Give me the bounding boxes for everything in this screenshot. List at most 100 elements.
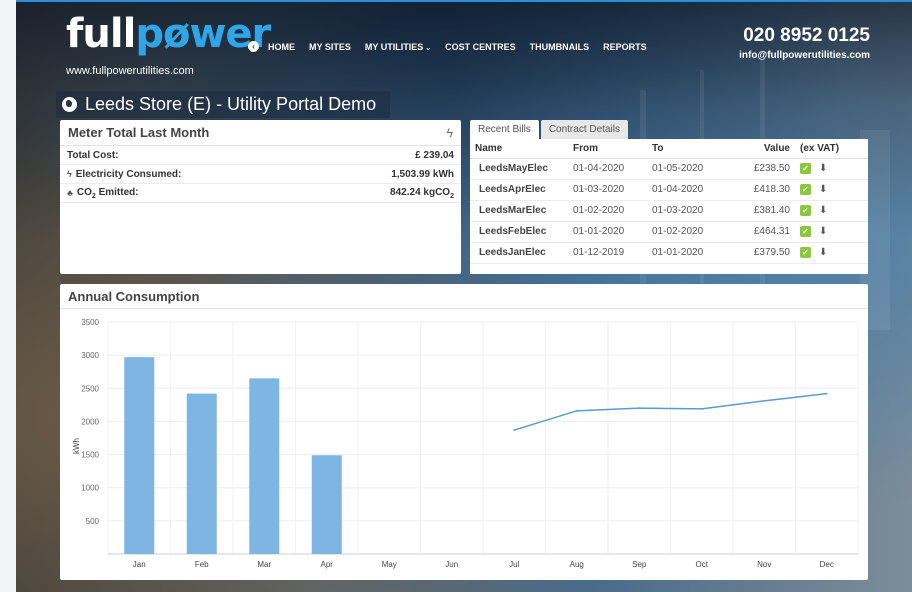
electricity-label: Electricity Consumed: — [75, 168, 182, 180]
checkmark-icon[interactable]: ✓ — [800, 162, 811, 174]
bill-value: £464.31 — [727, 221, 795, 243]
line-point-oct[interactable] — [700, 407, 703, 410]
bill-row[interactable]: LeedsJanElec 01-12-2019 01-01-2020 £379.50 ✓… — [470, 242, 868, 264]
x-tick-label: Feb — [195, 560, 209, 569]
nav-reports[interactable]: REPORTS — [603, 42, 647, 52]
nav-thumbnails[interactable]: THUMBNAILS — [530, 42, 590, 52]
line-point-aug[interactable] — [575, 409, 578, 412]
bar-mar[interactable] — [249, 378, 280, 554]
bill-to: 01-04-2020 — [647, 179, 727, 201]
fullpower-logo[interactable]: fullpøwer — [66, 14, 271, 54]
nav-my-utilities[interactable]: MY UTILITIES ⌄ — [365, 42, 431, 52]
nav-my-sites[interactable]: MY SITES — [309, 42, 351, 52]
tab-contract-details[interactable]: Contract Details — [540, 120, 628, 139]
bar-apr[interactable] — [311, 455, 342, 554]
lightning-icon: ϟ — [67, 169, 72, 179]
tab-recent-bills[interactable]: Recent Bills — [470, 120, 539, 139]
bill-actions: ✓ ⬇ — [795, 242, 868, 264]
col-from: From — [568, 139, 647, 159]
download-icon[interactable]: ⬇ — [819, 247, 827, 258]
bill-to: 01-02-2020 — [647, 221, 727, 243]
annual-panel-title: Annual Consumption — [68, 288, 200, 304]
x-tick-label: Nov — [757, 560, 771, 569]
meter-panel-title: Meter Total Last Month — [68, 125, 210, 140]
x-tick-label: Aug — [570, 560, 584, 569]
col-ex-vat: (ex VAT) — [795, 139, 868, 159]
x-tick-label: Apr — [321, 560, 334, 569]
x-tick-label: Jun — [445, 560, 458, 569]
bill-name[interactable]: LeedsAprElec — [470, 179, 568, 201]
y-tick-label: 3500 — [81, 318, 99, 327]
bill-name[interactable]: LeedsJanElec — [470, 242, 568, 264]
annual-consumption-panel: Annual Consumption 500 1000 1500 2000 2500 30… — [60, 284, 868, 580]
globe-icon — [62, 97, 77, 112]
recent-bills-panel: Recent Bills Contract Details Name From … — [470, 120, 868, 274]
email-address[interactable]: info@fullpowerutilities.com — [739, 50, 870, 61]
total-cost-row: Total Cost: £ 239.04 — [60, 146, 461, 165]
bill-to: 01-03-2020 — [647, 200, 727, 222]
bill-row[interactable]: LeedsMarElec 01-02-2020 01-03-2020 £381.40 ✓… — [470, 200, 868, 222]
y-tick-label: 2000 — [81, 417, 99, 426]
y-tick-label: 1000 — [81, 484, 99, 493]
col-name: Name — [470, 139, 568, 159]
x-tick-label: May — [382, 560, 397, 569]
annual-consumption-chart: 500 1000 1500 2000 2500 3000 3500 kWh Jan Feb Mar A… — [72, 318, 859, 569]
y-tick-label: 1500 — [81, 451, 99, 460]
co2-row: ♣ CO2 Emitted: 842.24 kgCO2 — [60, 184, 461, 203]
bill-row[interactable]: LeedsMayElec 01-04-2020 01-05-2020 £238.50 ✓… — [470, 158, 868, 180]
checkmark-icon[interactable]: ✓ — [800, 225, 811, 237]
bill-value: £418.30 — [727, 179, 795, 201]
line-point-jul[interactable] — [513, 429, 516, 431]
bills-table: Name From To Value (ex VAT) LeedsMayElec… — [470, 139, 868, 264]
x-tick-label: Jan — [133, 560, 146, 569]
bill-from: 01-04-2020 — [568, 158, 647, 180]
total-cost-label: Total Cost: — [67, 149, 119, 161]
nav-cost-centres[interactable]: COST CENTRES — [445, 42, 516, 52]
main-nav: ‹ HOME MY SITES MY UTILITIES ⌄ COST CENTR… — [248, 41, 661, 52]
checkmark-icon[interactable]: ✓ — [800, 246, 811, 258]
x-tick-label: Mar — [257, 560, 271, 569]
co2-label: CO2 Emitted: — [76, 186, 139, 200]
checkmark-icon[interactable]: ✓ — [800, 183, 811, 195]
x-tick-label: Dec — [820, 560, 834, 569]
download-icon[interactable]: ⬇ — [819, 205, 827, 216]
bill-to: 01-01-2020 — [647, 242, 727, 264]
bill-name[interactable]: LeedsMarElec — [470, 200, 568, 222]
bill-actions: ✓ ⬇ — [795, 179, 868, 201]
bill-name[interactable]: LeedsMayElec — [470, 158, 568, 180]
bill-row[interactable]: LeedsAprElec 01-03-2020 01-04-2020 £418.30 ✓… — [470, 179, 868, 201]
line-point-sep[interactable] — [638, 407, 641, 410]
bill-to: 01-05-2020 — [647, 158, 727, 180]
left-edge — [0, 0, 16, 592]
electricity-row: ϟ Electricity Consumed: 1,503.99 kWh — [60, 165, 461, 184]
website-url[interactable]: www.fullpowerutilities.com — [66, 65, 194, 77]
x-tick-label: Jul — [509, 560, 519, 569]
bill-value: £379.50 — [727, 242, 795, 264]
nav-home[interactable]: HOME — [268, 42, 295, 52]
back-icon[interactable]: ‹ — [248, 41, 259, 52]
bill-value: £381.40 — [727, 200, 795, 222]
chevron-down-icon: ⌄ — [425, 44, 432, 52]
bar-feb[interactable] — [186, 393, 217, 554]
col-to: To — [647, 139, 727, 159]
checkmark-icon[interactable]: ✓ — [800, 204, 811, 216]
bill-row[interactable]: LeedsFebElec 01-01-2020 01-02-2020 £464.31 ✓… — [470, 221, 868, 243]
line-point-dec[interactable] — [825, 392, 828, 395]
line-point-nov[interactable] — [763, 399, 766, 402]
y-axis-label: kWh — [72, 438, 81, 454]
bar-jan[interactable] — [124, 357, 155, 554]
footprint-icon: ♣ — [67, 188, 73, 198]
phone-number[interactable]: 020 8952 0125 — [743, 25, 870, 47]
bill-from: 01-03-2020 — [568, 179, 647, 201]
bill-actions: ✓ ⬇ — [795, 158, 868, 180]
download-icon[interactable]: ⬇ — [819, 226, 827, 237]
top-accent-line — [0, 0, 912, 2]
bill-name[interactable]: LeedsFebElec — [470, 221, 568, 243]
x-tick-label: Oct — [696, 560, 709, 569]
meter-total-panel: Meter Total Last Month ϟ Total Cost: £ 2… — [60, 120, 461, 274]
lightning-icon: ϟ — [446, 125, 453, 140]
download-icon[interactable]: ⬇ — [819, 184, 827, 195]
bill-actions: ✓ ⬇ — [795, 200, 868, 222]
page-title: Leeds Store (E) - Utility Portal Demo — [56, 91, 390, 118]
download-icon[interactable]: ⬇ — [819, 163, 827, 174]
